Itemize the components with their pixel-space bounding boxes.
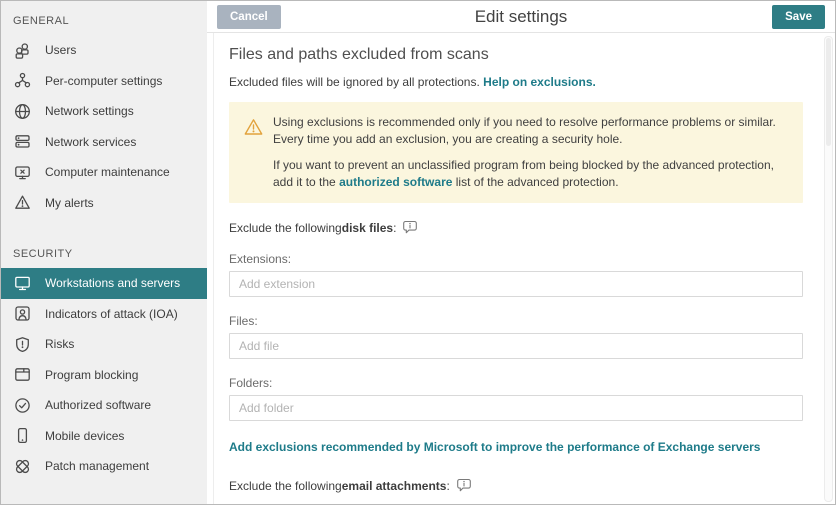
page-title: Edit settings [207,7,835,27]
sidebar-item-label: Workstations and servers [45,276,180,290]
settings-scroll-area: Files and paths excluded from scans Excl… [207,33,835,504]
sidebar-item-my-alerts[interactable]: My alerts [1,188,207,219]
users-icon [13,41,32,60]
help-on-exclusions-link[interactable]: Help on exclusions. [483,75,596,89]
exclusions-form: Files and paths excluded from scans Excl… [207,46,835,504]
warning-text: Using exclusions is recommended only if … [273,114,787,190]
authorized-software-icon [13,396,32,415]
sidebar-item-label: Risks [45,337,74,351]
exchange-exclusions-link[interactable]: Add exclusions recommended by Microsoft … [229,440,803,454]
patch-management-icon [13,457,32,476]
intro-text: Excluded files will be ignored by all pr… [229,75,803,89]
disk-extensions-input[interactable] [229,271,803,297]
indicators-attack-icon [13,304,32,323]
sidebar-item-mobile-devices[interactable]: Mobile devices [1,421,207,452]
disk-extensions-label: Extensions: [229,252,803,266]
per-computer-settings-icon [13,71,32,90]
sidebar-item-label: My alerts [45,196,94,210]
sidebar-item-label: Patch management [45,459,149,473]
sidebar-item-label: Indicators of attack (IOA) [45,307,178,321]
authorized-software-link[interactable]: authorized software [339,175,452,189]
sidebar-item-label: Computer maintenance [45,165,170,179]
disk-files-input[interactable] [229,333,803,359]
content-left-divider [213,33,214,504]
sidebar-item-patch-management[interactable]: Patch management [1,451,207,482]
disk-files-label: Exclude the following disk files: [229,220,803,235]
sidebar-item-per-computer-settings[interactable]: Per-computer settings [1,66,207,97]
sidebar-item-authorized-software[interactable]: Authorized software [1,390,207,421]
disk-files-tooltip-icon[interactable] [402,220,418,235]
sidebar-item-computer-maintenance[interactable]: Computer maintenance [1,157,207,188]
sidebar-item-network-settings[interactable]: Network settings [1,96,207,127]
app-window: GENERAL Users Per-c [0,0,836,505]
main-panel: Edit settings Cancel Save Files and path… [207,1,835,504]
sidebar-item-users[interactable]: Users [1,35,207,66]
warning-paragraph-1: Using exclusions is recommended only if … [273,114,787,147]
my-alerts-icon [13,193,32,212]
section-heading: Files and paths excluded from scans [229,46,803,64]
sidebar-item-label: Network services [45,135,136,149]
sidebar-item-label: Network settings [45,104,134,118]
warning-paragraph-2: If you want to prevent an unclassified p… [273,157,787,190]
sidebar-item-label: Program blocking [45,368,138,382]
sidebar-item-workstations-and-servers[interactable]: Workstations and servers [1,268,207,299]
edit-settings-header: Edit settings Cancel Save [207,1,835,33]
sidebar-item-label: Users [45,43,76,57]
sidebar-item-indicators-of-attack[interactable]: Indicators of attack (IOA) [1,299,207,330]
mobile-devices-icon [13,426,32,445]
network-settings-icon [13,102,32,121]
sidebar-section-security: SECURITY [1,242,207,268]
disk-folders-label: Folders: [229,376,803,390]
sidebar-item-label: Per-computer settings [45,74,162,88]
disk-files-field-label: Files: [229,314,803,328]
email-attachments-label: Exclude the following email attachments: [229,478,803,493]
cancel-button[interactable]: Cancel [217,5,281,29]
warning-triangle-icon [243,117,265,190]
settings-sidebar: GENERAL Users Per-c [1,1,207,504]
sidebar-item-network-services[interactable]: Network services [1,127,207,158]
sidebar-item-label: Authorized software [45,398,151,412]
exclusions-warning-box: Using exclusions is recommended only if … [229,102,803,203]
disk-folders-input[interactable] [229,395,803,421]
vertical-scrollbar[interactable] [824,36,833,502]
email-attachments-tooltip-icon[interactable] [456,478,472,493]
computer-maintenance-icon [13,163,32,182]
sidebar-section-general: GENERAL [1,9,207,35]
sidebar-item-program-blocking[interactable]: Program blocking [1,360,207,391]
sidebar-item-risks[interactable]: Risks [1,329,207,360]
save-button[interactable]: Save [772,5,825,29]
sidebar-item-label: Mobile devices [45,429,124,443]
workstations-servers-icon [13,274,32,293]
risks-icon [13,335,32,354]
network-services-icon [13,132,32,151]
program-blocking-icon [13,365,32,384]
scrollbar-thumb[interactable] [826,38,831,146]
